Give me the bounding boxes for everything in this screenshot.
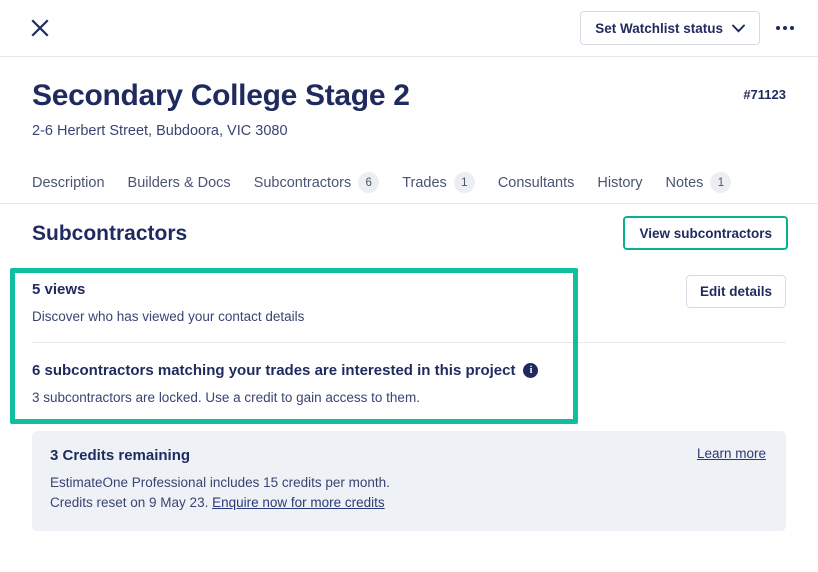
tab-trades[interactable]: Trades 1	[402, 162, 475, 203]
tab-label: History	[597, 174, 643, 191]
interested-subcontractors-text: 6 subcontractors matching your trades ar…	[32, 362, 516, 380]
tab-label: Subcontractors	[253, 174, 352, 191]
project-address: 2-6 Herbert Street, Bubdoora, VIC 3080	[32, 122, 288, 139]
kebab-dot	[783, 26, 787, 30]
kebab-dot	[790, 26, 794, 30]
top-bar-actions: Set Watchlist status	[580, 11, 800, 45]
tab-label: Builders & Docs	[127, 174, 231, 191]
tab-label: Trades	[402, 174, 447, 191]
tab-badge: 1	[453, 172, 475, 194]
project-reference: #71123	[743, 87, 786, 102]
credits-plan-info: EstimateOne Professional includes 15 cre…	[50, 474, 390, 490]
tab-badge: 6	[358, 172, 380, 194]
tab-notes[interactable]: Notes 1	[666, 162, 732, 203]
tab-label: Consultants	[497, 174, 575, 191]
section-header: Subcontractors View subcontractors	[0, 204, 818, 262]
project-header: Secondary College Stage 2 2-6 Herbert St…	[0, 57, 818, 140]
credits-reset-info: Credits reset on 9 May 23. Enquire now f…	[50, 493, 766, 513]
page-title: Secondary College Stage 2	[32, 79, 410, 112]
view-subcontractors-button[interactable]: View subcontractors	[623, 216, 788, 251]
tab-label: Description	[32, 174, 105, 191]
tab-description[interactable]: Description	[32, 162, 105, 203]
interested-subcontractors-heading: 6 subcontractors matching your trades ar…	[32, 361, 786, 381]
views-description: Discover who has viewed your contact det…	[32, 308, 305, 324]
insight-interested-row: 6 subcontractors matching your trades ar…	[32, 342, 786, 423]
chevron-down-icon	[732, 21, 745, 36]
tab-badge: 1	[710, 172, 732, 194]
info-icon[interactable]: i	[523, 363, 539, 379]
tab-subcontractors[interactable]: Subcontractors 6	[254, 162, 380, 203]
enquire-now-link[interactable]: Enquire now for more credits	[212, 495, 385, 510]
set-watchlist-status-button[interactable]: Set Watchlist status	[580, 11, 760, 45]
credits-reset-text: Credits reset on 9 May 23.	[50, 495, 213, 511]
insights-list: 5 views Discover who has viewed your con…	[0, 262, 818, 422]
credits-remaining-title: 3 Credits remaining	[50, 446, 191, 464]
tab-bar: Description Builders & Docs Subcontracto…	[0, 162, 818, 205]
tab-label: Notes	[665, 174, 704, 191]
tab-consultants[interactable]: Consultants	[498, 162, 575, 203]
set-watchlist-status-label: Set Watchlist status	[595, 20, 723, 36]
learn-more-link[interactable]: Learn more	[697, 446, 766, 461]
locked-subcontractors-note: 3 subcontractors are locked. Use a credi…	[32, 389, 420, 405]
tab-builders-and-docs[interactable]: Builders & Docs	[128, 162, 231, 203]
views-count: 5 views	[32, 281, 86, 299]
tab-history[interactable]: History	[597, 162, 642, 203]
insight-views-row: 5 views Discover who has viewed your con…	[32, 262, 786, 342]
more-options-icon[interactable]	[770, 13, 800, 43]
credits-panel: 3 Credits remaining EstimateOne Professi…	[32, 430, 786, 531]
close-icon[interactable]	[26, 14, 54, 42]
kebab-dot	[776, 26, 780, 30]
edit-details-button[interactable]: Edit details	[685, 275, 786, 309]
project-detail-page: Set Watchlist status Secondary College S…	[0, 0, 818, 572]
top-bar: Set Watchlist status	[0, 0, 818, 57]
